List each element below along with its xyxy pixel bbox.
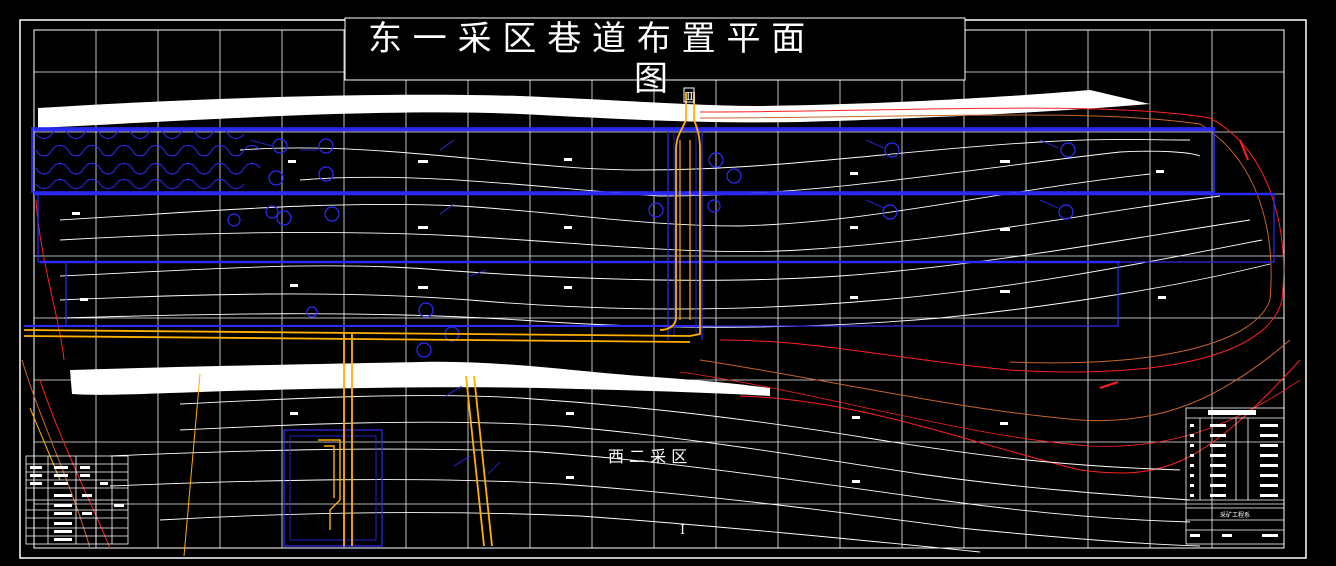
legend-left-marks: [30, 466, 124, 541]
mine-plan-drawing: 东 一 采 区 巷 道 布 置 平 面 图 Ⅱ Ⅰ 西 二 采 区 采矿工程系: [19, 17, 1307, 559]
marker-top-label: Ⅱ: [686, 90, 693, 103]
outcrop-band-south: [70, 361, 770, 396]
right-table-caption: 采矿工程系: [1220, 511, 1250, 519]
equipment-symbols: [227, 138, 1076, 358]
drawing-title-cont: 图: [634, 59, 668, 99]
haulage-roadways: [23, 92, 701, 557]
area-label-west2: 西 二 采 区: [608, 447, 687, 466]
contour-lines: [59, 139, 1271, 553]
survey-markers: [72, 158, 1166, 483]
marker-bottom-label: Ⅰ: [680, 523, 685, 538]
outcrop-band-north: [38, 90, 1150, 128]
drawing-title: 东 一 采 区 巷 道 布 置 平 面: [368, 19, 805, 59]
goaf-area: [35, 129, 261, 189]
legend-table-left: [25, 455, 129, 545]
